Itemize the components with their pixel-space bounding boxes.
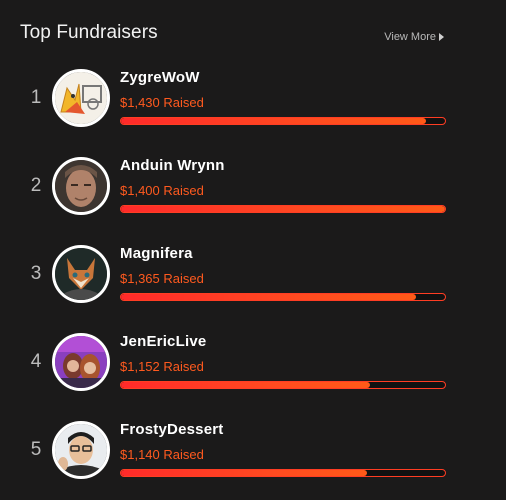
fundraiser-row[interactable]: 3 Magnifera $1,365 Raised [20, 245, 450, 315]
raised-amount: $1,430 Raised [120, 95, 204, 110]
avatar[interactable] [52, 157, 110, 215]
avatar[interactable] [52, 245, 110, 303]
fundraiser-row[interactable]: 1 ZygreWoW $1,430 Raised [20, 69, 450, 139]
rank-number: 2 [30, 175, 42, 196]
fundraiser-row[interactable]: 4 JenEricLive $1,152 Raised [20, 333, 450, 403]
fundraiser-row[interactable]: 5 FrostyDessert $1,140 Raised [20, 421, 450, 491]
progress-bar [120, 469, 446, 477]
progress-fill [121, 206, 445, 212]
progress-bar [120, 205, 446, 213]
progress-bar [120, 117, 446, 125]
progress-fill [121, 294, 416, 300]
rank-number: 4 [30, 351, 42, 372]
fundraiser-name[interactable]: FrostyDessert [120, 421, 223, 438]
fundraiser-name[interactable]: ZygreWoW [120, 69, 200, 86]
avatar[interactable] [52, 333, 110, 391]
fundraiser-name[interactable]: JenEricLive [120, 333, 206, 350]
rank-number: 5 [30, 439, 42, 460]
progress-fill [121, 470, 368, 476]
avatar[interactable] [52, 69, 110, 127]
raised-amount: $1,400 Raised [120, 183, 204, 198]
view-more-link[interactable]: View More [384, 31, 444, 43]
section-header: Top Fundraisers View More [20, 22, 444, 48]
progress-bar [120, 293, 446, 301]
fundraiser-name[interactable]: Anduin Wrynn [120, 157, 225, 174]
raised-amount: $1,140 Raised [120, 447, 204, 462]
avatar[interactable] [52, 421, 110, 479]
progress-bar [120, 381, 446, 389]
fundraiser-row[interactable]: 2 Anduin Wrynn $1,400 Raised [20, 157, 450, 227]
rank-number: 3 [30, 263, 42, 284]
rank-number: 1 [30, 87, 42, 108]
raised-amount: $1,152 Raised [120, 359, 204, 374]
progress-fill [121, 382, 371, 388]
caret-right-icon [439, 33, 444, 41]
section-title: Top Fundraisers [20, 22, 158, 43]
raised-amount: $1,365 Raised [120, 271, 204, 286]
fundraiser-name[interactable]: Magnifera [120, 245, 193, 262]
view-more-label: View More [384, 31, 436, 43]
progress-fill [121, 118, 426, 124]
